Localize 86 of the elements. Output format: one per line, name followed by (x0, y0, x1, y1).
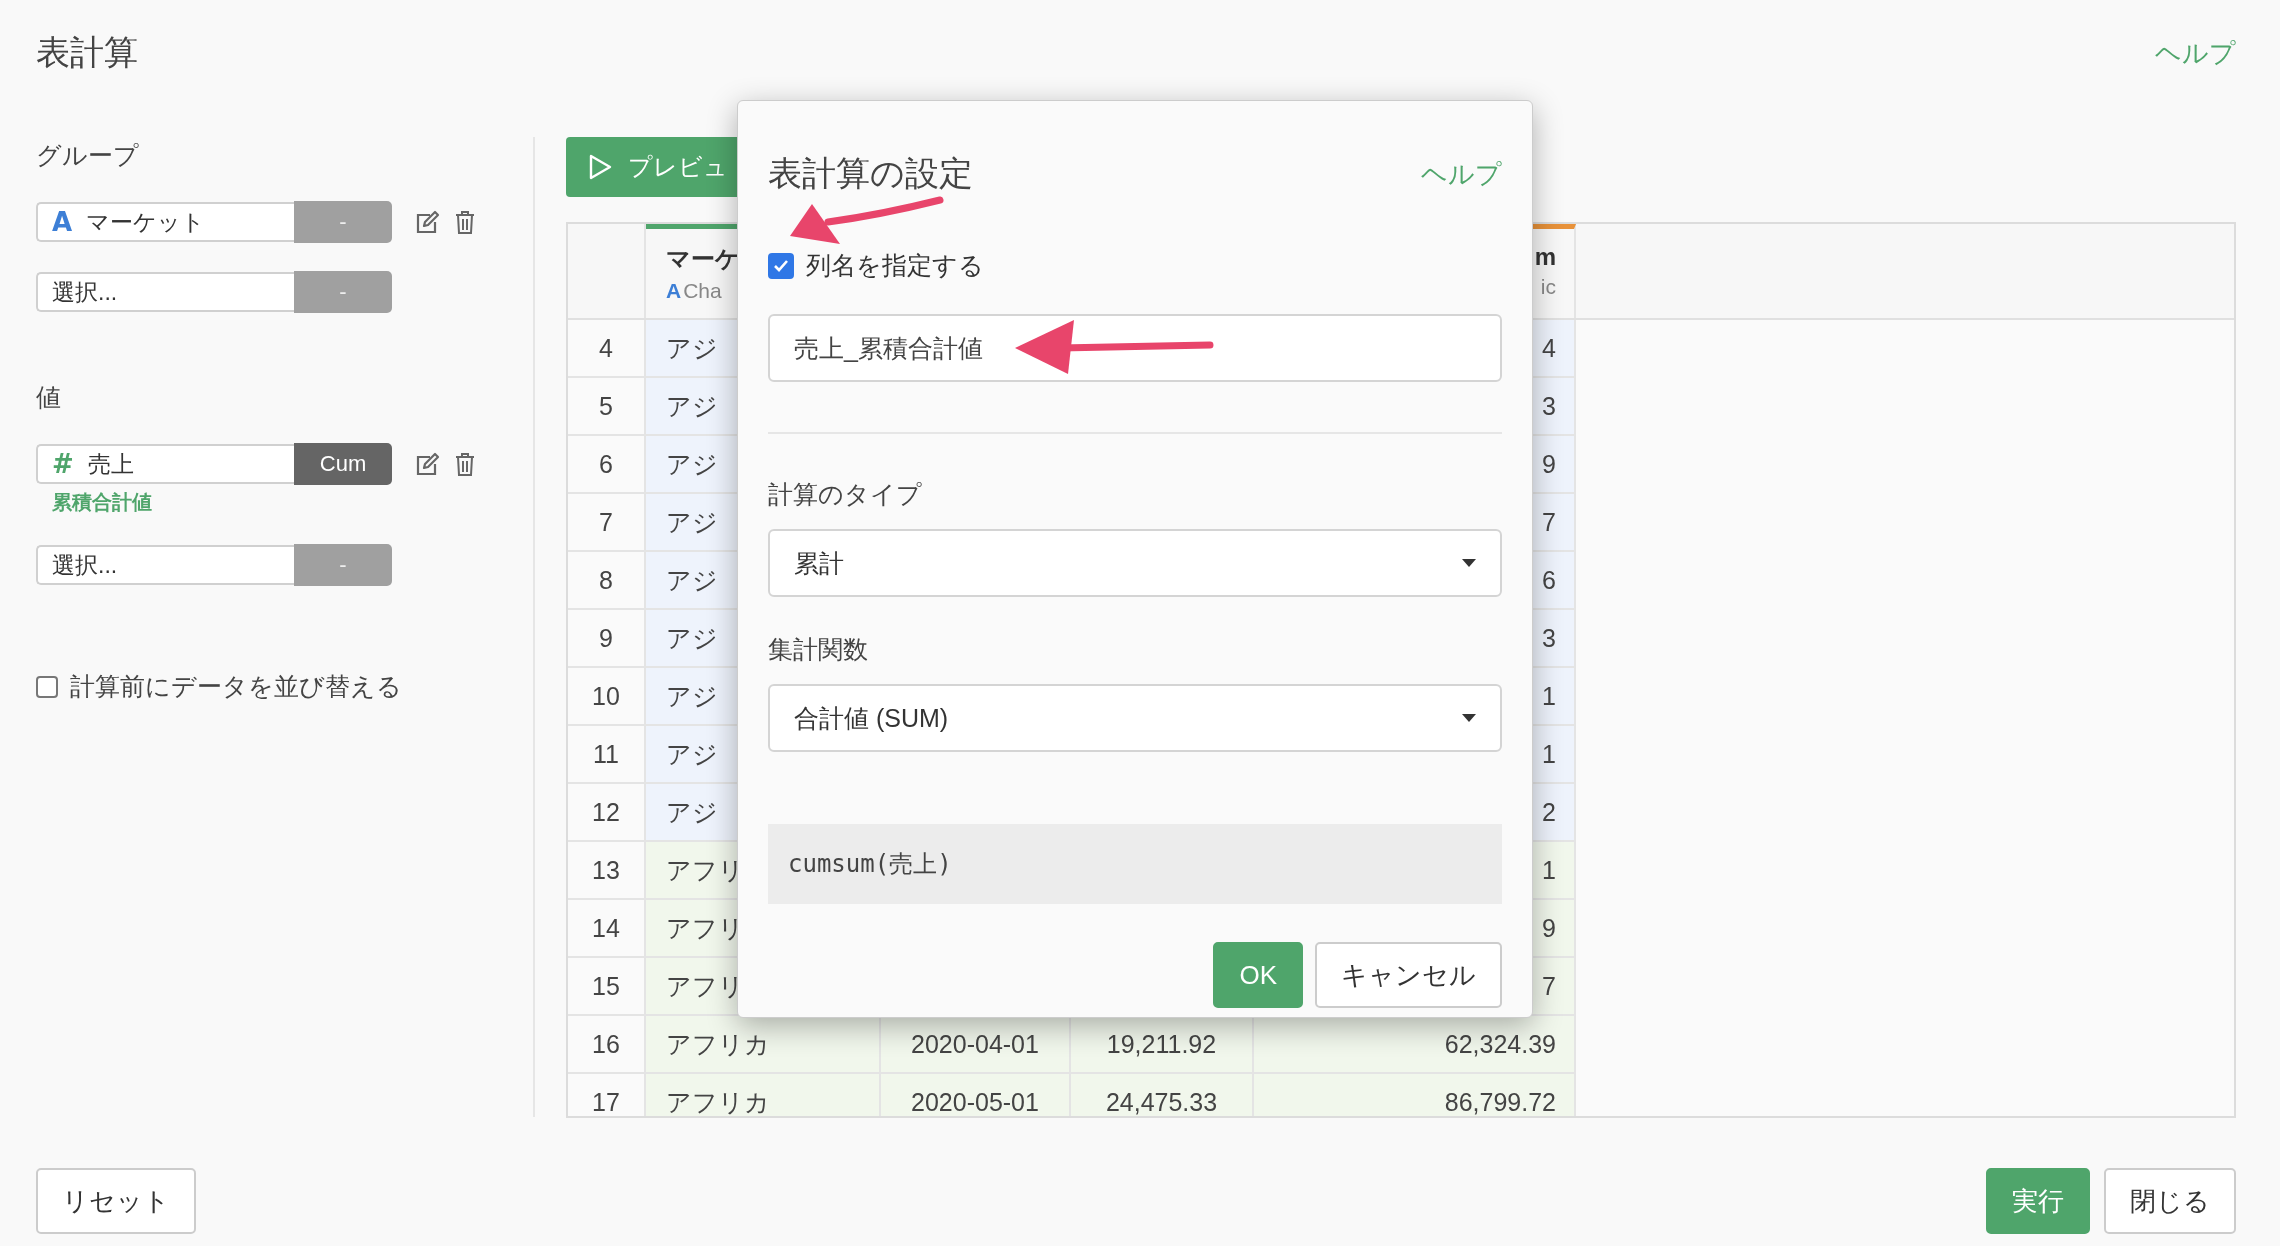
cell-text: 7 (1542, 971, 1556, 1001)
section-label: 値 (36, 382, 62, 413)
field-placeholder: 選択... (52, 550, 118, 580)
cell-text: アジ (666, 506, 718, 538)
row-number: 4 (568, 320, 646, 378)
cell-text: 3 (1542, 623, 1556, 653)
column-field[interactable]: A マーケット (36, 202, 294, 242)
row-number: 7 (568, 494, 646, 552)
row-number: 5 (568, 378, 646, 436)
cell-text: アフリ (666, 854, 744, 886)
cell-text: アフリカ (666, 1028, 770, 1060)
cell-text: 7 (1542, 507, 1556, 537)
cell-text: 24,475.33 (1105, 1087, 1218, 1116)
reset-button[interactable]: リセット (36, 1168, 196, 1234)
cancel-button[interactable]: キャンセル (1315, 942, 1502, 1008)
cell-text: 1 (1542, 681, 1556, 711)
cell-text: アジ (666, 390, 718, 422)
cell-text: 2020-04-01 (911, 1029, 1039, 1059)
cell-text: 2 (1542, 797, 1556, 827)
row-number: 8 (568, 552, 646, 610)
cell-text: 9 (1542, 913, 1556, 943)
cell-text: 3 (1542, 391, 1556, 421)
cell-text: 9 (1542, 449, 1556, 479)
field-label: 売上 (87, 449, 134, 479)
edit-icon[interactable] (414, 452, 440, 476)
checkbox[interactable] (768, 252, 794, 279)
name-input[interactable]: 売上_累積合計値 (768, 314, 1502, 382)
cell-text: 62,324.39 (1444, 1029, 1556, 1059)
check-icon[interactable] (773, 258, 789, 273)
section-label: グループ (36, 140, 140, 171)
row-number: 10 (568, 668, 646, 726)
row-number: 13 (568, 842, 646, 900)
column-field[interactable]: # 売上 (36, 444, 294, 484)
caret-icon[interactable] (1462, 714, 1476, 722)
row-number: 6 (568, 436, 646, 494)
row-number: 15 (568, 958, 646, 1016)
column-name: m (1534, 243, 1556, 271)
aggregate-select[interactable]: 合計値 (SUM) (768, 684, 1502, 752)
cell-text: 86,799.72 (1444, 1087, 1556, 1116)
calc-type-select[interactable]: 累計 (768, 529, 1502, 597)
field-label: 計算のタイプ (768, 479, 923, 510)
cell-text: アジ (666, 448, 718, 480)
row-number: 16 (568, 1016, 646, 1074)
trash-icon[interactable] (454, 210, 476, 234)
caret-icon[interactable] (1462, 559, 1476, 567)
checkbox-label: 列名を指定する (806, 250, 984, 281)
field-label: 集計関数 (768, 634, 869, 665)
checkbox[interactable] (36, 675, 58, 698)
row-number: 9 (568, 610, 646, 668)
select-field[interactable]: 選択... (36, 272, 294, 312)
column-type: ic (1540, 275, 1556, 298)
type-glyph: A (52, 207, 73, 237)
play-icon[interactable] (588, 154, 612, 180)
cell-text: アフリ (666, 912, 744, 944)
row-number: 11 (568, 726, 646, 784)
field-label: マーケット (86, 207, 206, 237)
edit-icon[interactable] (414, 210, 440, 234)
select-field[interactable]: 選択... (36, 545, 294, 585)
cell-text: 1 (1542, 855, 1556, 885)
cell-text: 2020-05-01 (911, 1087, 1039, 1116)
close-button[interactable]: 閉じる (2104, 1168, 2236, 1234)
cell-text: アジ (666, 332, 718, 364)
calc-button[interactable]: Cum (294, 443, 392, 485)
expression-preview: cumsum(売上) (768, 824, 1502, 904)
cell-text: 1 (1542, 739, 1556, 769)
type-glyph: # (52, 449, 74, 479)
cell-text: 4 (1542, 333, 1556, 363)
cell-text: アジ (666, 738, 718, 770)
trash-icon[interactable] (454, 452, 476, 476)
cell-text: アジ (666, 680, 718, 712)
column-name: マーケ (666, 244, 740, 274)
type-glyph: A (666, 279, 682, 302)
page-title: 表計算 (36, 32, 138, 73)
calc-note: 累積合計値 (52, 490, 153, 515)
checkbox-label: 計算前にデータを並び替える (70, 671, 402, 702)
cell-text: アフリ (666, 970, 744, 1002)
cell-text: アフリカ (666, 1086, 770, 1116)
cell-text: 19,211.92 (1106, 1029, 1217, 1059)
cell-text: 6 (1542, 565, 1556, 595)
field-placeholder: 選択... (52, 277, 118, 307)
cell-text: アジ (666, 564, 718, 596)
row-number: 14 (568, 900, 646, 958)
cell-text: アジ (666, 796, 718, 828)
row-number: 12 (568, 784, 646, 842)
cell-text: アジ (666, 622, 718, 654)
column-type: Cha (683, 279, 722, 302)
